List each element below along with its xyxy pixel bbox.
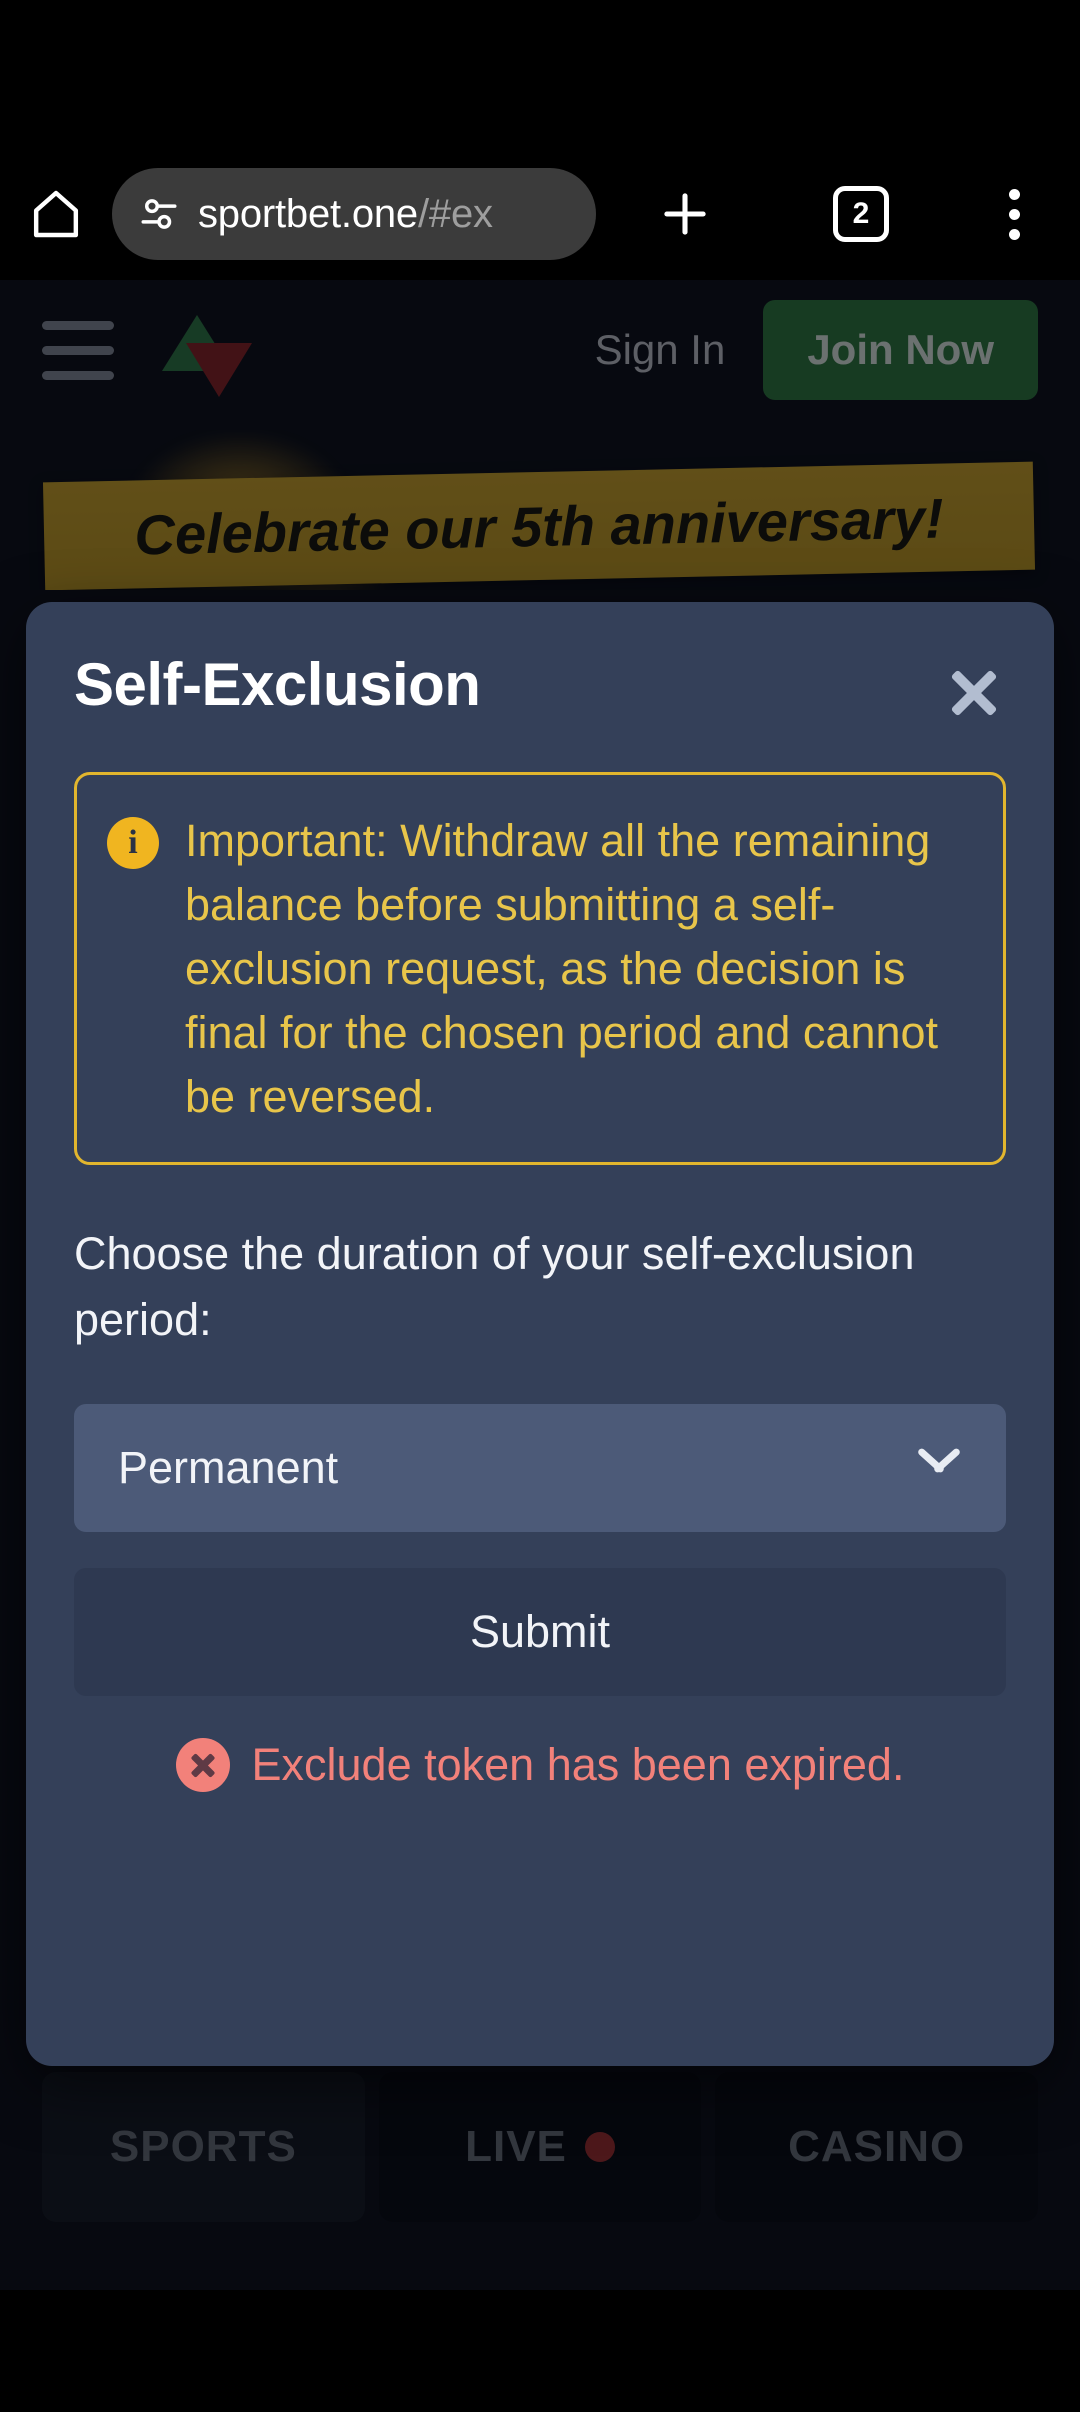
url-host: sportbet.one xyxy=(198,191,418,236)
phone-screen: sportbet.one/#ex 2 Sign In Join Now xyxy=(0,0,1080,2412)
chevron-down-icon xyxy=(916,1447,962,1481)
tab-count-label: 2 xyxy=(852,197,870,230)
modal-title: Self-Exclusion xyxy=(74,651,481,718)
tune-permissions-icon xyxy=(141,199,177,229)
status-bar xyxy=(0,0,1080,148)
warning-box: i Important: Withdraw all the remaining … xyxy=(74,772,1006,1166)
browser-toolbar: sportbet.one/#ex 2 xyxy=(0,148,1080,280)
warning-text: Important: Withdraw all the remaining ba… xyxy=(185,815,939,1122)
info-icon-glyph: i xyxy=(128,824,138,861)
tab-counter-button[interactable]: 2 xyxy=(832,186,889,242)
home-icon xyxy=(33,190,79,238)
self-exclusion-modal: Self-Exclusion i Important: Withdraw all… xyxy=(26,602,1054,2066)
duration-prompt-label: Choose the duration of your self-exclusi… xyxy=(74,1228,915,1345)
three-dot-menu-icon[interactable] xyxy=(1008,188,1020,240)
duration-select-value: Permanent xyxy=(118,1441,339,1493)
plus-icon[interactable] xyxy=(656,185,714,243)
url-text: sportbet.one/#ex xyxy=(198,192,493,237)
error-message: Exclude token has been expired. xyxy=(74,1737,1006,1792)
browser-actions: 2 xyxy=(596,185,1080,243)
url-path: /#ex xyxy=(417,191,493,236)
modal-header: Self-Exclusion xyxy=(74,602,1006,724)
error-circle-x-icon xyxy=(175,1737,230,1792)
system-navigation-bar xyxy=(0,2290,1080,2412)
duration-select[interactable]: Permanent xyxy=(74,1403,1006,1532)
close-icon[interactable] xyxy=(942,660,1006,724)
home-button[interactable] xyxy=(0,186,112,242)
error-message-text: Exclude token has been expired. xyxy=(251,1738,905,1790)
info-icon: i xyxy=(107,817,159,869)
submit-button[interactable]: Submit xyxy=(74,1567,1006,1696)
url-bar[interactable]: sportbet.one/#ex xyxy=(112,168,596,260)
